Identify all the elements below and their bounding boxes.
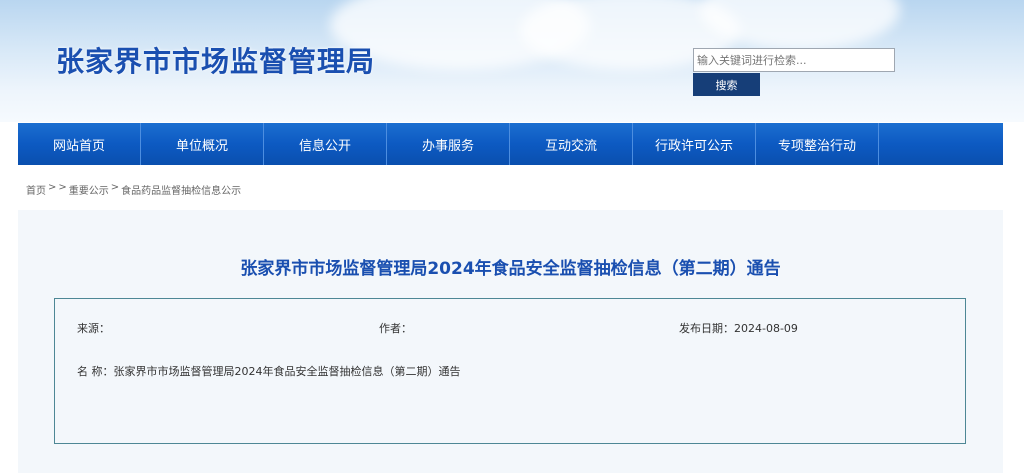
- article-container: 张家界市市场监督管理局2024年食品安全监督抽检信息（第二期）通告 来源： 作者…: [18, 210, 1003, 473]
- article-title: 张家界市市场监督管理局2024年食品安全监督抽检信息（第二期）通告: [240, 259, 781, 279]
- publish-date-label: 发布日期：: [679, 322, 734, 335]
- article-info-box: 来源： 作者： 发布日期：2024-08-09 名 称：张家界市市场监督管理局2…: [54, 298, 966, 444]
- article-name-meta: 名 称：张家界市市场监督管理局2024年食品安全监督抽检信息（第二期）通告: [77, 363, 461, 379]
- article-name-label: 名 称：: [77, 365, 114, 378]
- source-meta: 来源：: [77, 320, 110, 336]
- publish-date-meta: 发布日期：2024-08-09: [679, 320, 798, 336]
- main-nav: 网站首页 单位概况 信息公开 办事服务 互动交流 行政许可公示 专项整治行动: [18, 123, 1003, 165]
- nav-item-overview[interactable]: 单位概况: [141, 123, 264, 165]
- nav-item-home[interactable]: 网站首页: [18, 123, 141, 165]
- nav-item-interaction[interactable]: 互动交流: [510, 123, 633, 165]
- source-label: 来源：: [77, 322, 110, 335]
- author-label: 作者：: [379, 322, 412, 335]
- breadcrumb: 首页 > > 重要公示 > 食品药品监督抽检信息公示: [26, 182, 241, 197]
- author-meta: 作者：: [379, 320, 412, 336]
- article-name-value: 张家界市市场监督管理局2024年食品安全监督抽检信息（第二期）通告: [113, 365, 461, 378]
- nav-item-special-action[interactable]: 专项整治行动: [756, 123, 879, 165]
- breadcrumb-important-notices[interactable]: 重要公示: [69, 182, 109, 197]
- breadcrumb-home[interactable]: 首页: [26, 182, 46, 197]
- site-header: 张家界市市场监督管理局 搜索: [0, 0, 1024, 122]
- breadcrumb-separator: >: [110, 182, 120, 193]
- nav-item-disclosure[interactable]: 信息公开: [264, 123, 387, 165]
- nav-item-permits[interactable]: 行政许可公示: [633, 123, 756, 165]
- search-input[interactable]: [693, 48, 895, 72]
- search-button[interactable]: 搜索: [693, 73, 760, 96]
- site-title: 张家界市市场监督管理局: [56, 45, 376, 78]
- breadcrumb-separator: >: [58, 182, 67, 193]
- breadcrumb-food-drug-inspection[interactable]: 食品药品监督抽检信息公示: [121, 182, 241, 197]
- breadcrumb-separator: >: [48, 182, 57, 193]
- publish-date-value: 2024-08-09: [734, 322, 798, 335]
- nav-item-empty: [879, 123, 1002, 165]
- nav-item-services[interactable]: 办事服务: [387, 123, 510, 165]
